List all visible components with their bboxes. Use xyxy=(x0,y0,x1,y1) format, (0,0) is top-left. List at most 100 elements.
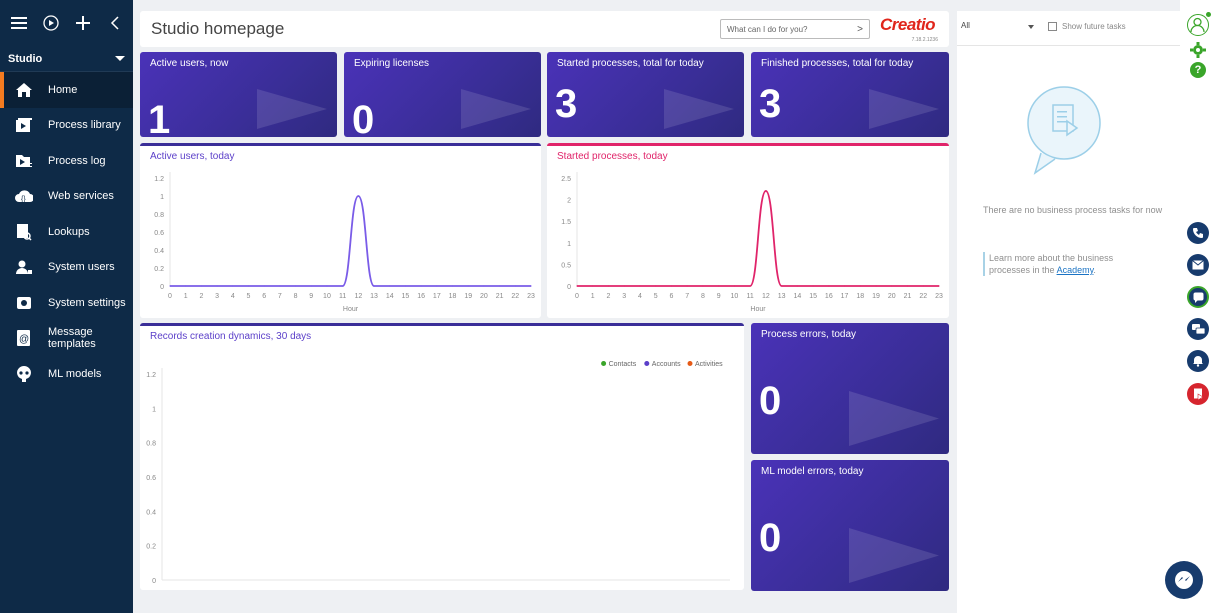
tile-finished-processes[interactable]: Finished processes, total for today 3 xyxy=(751,52,949,137)
sidebar: Studio Home Process library Process log … xyxy=(0,0,133,613)
sidebar-item-web-services[interactable]: {} Web services xyxy=(0,179,133,215)
lookups-icon xyxy=(14,222,34,242)
tile-process-errors[interactable]: Process errors, today 0 xyxy=(751,323,949,454)
tile-value: 0 xyxy=(759,379,782,423)
x-tick-label: 21 xyxy=(904,293,912,300)
profile-icon[interactable] xyxy=(1187,14,1209,36)
data-point xyxy=(514,285,516,287)
x-tick-label: 3 xyxy=(215,293,219,300)
x-tick-label: 14 xyxy=(793,293,801,300)
tile-decoration xyxy=(664,89,734,129)
sidebar-item-label: Web services xyxy=(48,190,114,203)
x-tick-label: 10 xyxy=(730,293,738,300)
email-icon[interactable] xyxy=(1187,254,1209,276)
workplace-selector[interactable]: Studio xyxy=(0,46,133,72)
tile-value: 0 xyxy=(352,98,375,137)
sidebar-item-ml-models[interactable]: ML models xyxy=(0,356,133,392)
process-tasks-icon[interactable] xyxy=(1187,383,1209,405)
svg-text:@: @ xyxy=(19,334,29,345)
logo-wordmark: Creatio xyxy=(880,15,936,34)
sidebar-item-label: Process log xyxy=(48,154,106,167)
chevron-down-icon[interactable] xyxy=(1028,25,1034,29)
chevron-right-icon[interactable]: > xyxy=(857,24,863,35)
version-label: 7.18.2.1236 xyxy=(911,37,938,43)
x-tick-label: 23 xyxy=(935,293,943,300)
data-point xyxy=(530,285,532,287)
add-icon[interactable] xyxy=(74,14,92,32)
y-tick-label: 0.8 xyxy=(154,212,164,219)
y-tick-label: 0.6 xyxy=(154,230,164,237)
x-tick-label: 16 xyxy=(417,293,425,300)
chart-title: Active users, today xyxy=(150,151,235,162)
x-tick-label: 13 xyxy=(778,293,786,300)
sidebar-item-label: Home xyxy=(48,83,78,96)
phone-icon[interactable] xyxy=(1187,222,1209,244)
notifications-icon[interactable] xyxy=(1187,350,1209,372)
academy-hint-end: . xyxy=(1093,265,1096,275)
tile-label: Finished processes, total for today xyxy=(761,58,914,69)
tile-active-users-now[interactable]: Active users, now 1 xyxy=(140,52,337,137)
system-users-icon xyxy=(14,257,34,277)
sidebar-item-process-log[interactable]: Process log xyxy=(0,143,133,179)
data-point xyxy=(451,285,454,287)
creatio-logo: Creatio 7.18.2.1236 xyxy=(880,15,940,45)
y-tick-label: 2.5 xyxy=(561,176,571,183)
gear-icon[interactable] xyxy=(1190,42,1206,58)
sidebar-item-process-library[interactable]: Process library xyxy=(0,108,133,144)
home-icon xyxy=(14,80,34,100)
y-tick-label: 1.5 xyxy=(561,219,571,226)
sidebar-item-home[interactable]: Home xyxy=(0,72,133,108)
legend-marker xyxy=(687,361,693,366)
data-point xyxy=(576,285,578,287)
x-tick-label: 0 xyxy=(575,293,579,300)
y-tick-label: 2 xyxy=(567,198,571,205)
data-point xyxy=(765,190,767,192)
feed-icon[interactable] xyxy=(1187,318,1209,340)
data-point xyxy=(906,285,909,287)
help-icon[interactable]: ? xyxy=(1190,62,1206,78)
task-filter-select[interactable]: All xyxy=(961,21,970,30)
x-tick-label: 7 xyxy=(278,293,282,300)
show-future-checkbox[interactable] xyxy=(1048,22,1057,31)
chat-icon[interactable] xyxy=(1187,286,1209,308)
y-tick-label: 0.4 xyxy=(146,509,156,516)
command-line-input[interactable]: What can I do for you? > xyxy=(720,19,870,39)
tile-ml-model-errors[interactable]: ML model errors, today 0 xyxy=(751,460,949,591)
tile-started-processes[interactable]: Started processes, total for today 3 xyxy=(547,52,744,137)
sidebar-item-system-settings[interactable]: System settings xyxy=(0,285,133,321)
x-tick-label: 1 xyxy=(184,293,188,300)
empty-tasks-icon xyxy=(1027,86,1101,175)
tasks-panel: All Show future tasks There are no busin… xyxy=(957,11,1180,613)
run-process-icon[interactable] xyxy=(42,14,60,32)
sidebar-item-message-templates[interactable]: @ Message templates xyxy=(0,321,133,357)
x-tick-label: 2 xyxy=(607,293,611,300)
messenger-icon[interactable] xyxy=(1165,561,1203,599)
data-point xyxy=(200,285,202,287)
tile-decoration xyxy=(461,89,531,129)
data-point xyxy=(686,285,688,287)
chevron-down-icon xyxy=(115,56,125,61)
tile-decoration xyxy=(849,528,939,583)
x-tick-label: 20 xyxy=(480,293,488,300)
academy-link[interactable]: Academy xyxy=(1057,265,1094,275)
tile-expiring-licenses[interactable]: Expiring licenses 0 xyxy=(344,52,541,137)
menu-icon[interactable] xyxy=(10,14,28,32)
data-point xyxy=(436,285,438,287)
tile-decoration xyxy=(849,391,939,446)
page-title: Studio homepage xyxy=(151,19,285,38)
sidebar-item-lookups[interactable]: Lookups xyxy=(0,214,133,250)
data-point xyxy=(310,285,312,287)
message-templates-icon: @ xyxy=(14,328,34,348)
x-tick-label: 1 xyxy=(591,293,595,300)
y-tick-label: 0.8 xyxy=(146,441,156,448)
tile-label: Active users, now xyxy=(150,58,229,69)
data-point xyxy=(467,285,469,287)
x-tick-label: 10 xyxy=(323,293,331,300)
y-tick-label: 0.2 xyxy=(146,544,156,551)
sidebar-item-system-users[interactable]: System users xyxy=(0,250,133,286)
collapse-icon[interactable] xyxy=(106,14,124,32)
x-tick-label: 12 xyxy=(762,293,770,300)
x-tick-label: 23 xyxy=(527,293,535,300)
divider xyxy=(957,45,1180,46)
data-point xyxy=(247,285,250,287)
